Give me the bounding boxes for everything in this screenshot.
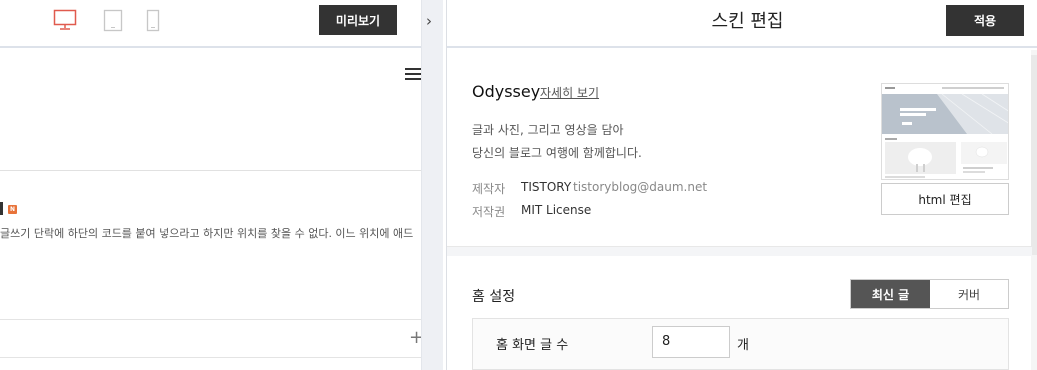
skin-description-line: 글과 사진, 그리고 영상을 담아 (472, 123, 624, 137)
maker-label: 제작자 (472, 182, 506, 196)
mobile-icon[interactable] (146, 9, 160, 36)
tab-cover[interactable]: 커버 (930, 280, 1008, 308)
skin-detail-link[interactable]: 자세히 보기 (540, 84, 599, 101)
license-value: MIT License (521, 203, 592, 217)
chevron-right-icon[interactable]: › (426, 12, 432, 30)
section-divider (447, 246, 1032, 256)
home-settings-title: 홈 설정 (472, 289, 516, 305)
home-mode-toggle: 최신 글 커버 (850, 279, 1009, 309)
divider (0, 357, 421, 358)
preview-toolbar: 미리보기 (0, 0, 421, 48)
skin-description-line: 당신의 블로그 여행에 함께합니다. (472, 146, 642, 160)
post-count-unit: 개 (737, 338, 749, 353)
desktop-icon[interactable] (53, 9, 77, 35)
menu-icon[interactable] (405, 68, 422, 81)
divider (0, 170, 421, 171)
preview-button[interactable]: 미리보기 (319, 5, 397, 35)
post-count-label: 홈 화면 글 수 (496, 338, 569, 353)
maker-value: TISTORY (521, 180, 572, 194)
maker-email: tistoryblog@daum.net (573, 180, 708, 194)
post-count-input[interactable]: 8 (652, 326, 730, 358)
license-label: 저작권 (472, 205, 506, 219)
panel-toggle-strip[interactable] (421, 0, 443, 370)
skin-name: Odyssey (472, 82, 541, 101)
html-edit-button[interactable]: html 편집 (881, 183, 1009, 215)
skin-thumbnail (881, 83, 1009, 180)
tablet-icon[interactable] (103, 9, 123, 36)
post-excerpt[interactable]: 글쓰기 단락에 하단의 코드를 붙여 넣으라고 하지만 위치를 찾을 수 없다.… (0, 225, 421, 241)
apply-button[interactable]: 적용 (946, 5, 1024, 36)
skin-editor-pane: 스킨 편집 적용 Odyssey 자세히 보기 글과 사진, 그리고 영상을 담… (446, 0, 1037, 370)
scrollbar-thumb[interactable] (1031, 55, 1037, 255)
preview-pane: 미리보기 N 글쓰기 단락에 하단의 코드를 붙여 넣으라고 하지만 위치를 찾… (0, 0, 443, 370)
divider (0, 319, 421, 320)
tab-recent-posts[interactable]: 최신 글 (851, 280, 930, 308)
editor-header: 스킨 편집 적용 (447, 0, 1037, 48)
new-badge: N (8, 205, 17, 214)
title-marker (0, 202, 3, 215)
